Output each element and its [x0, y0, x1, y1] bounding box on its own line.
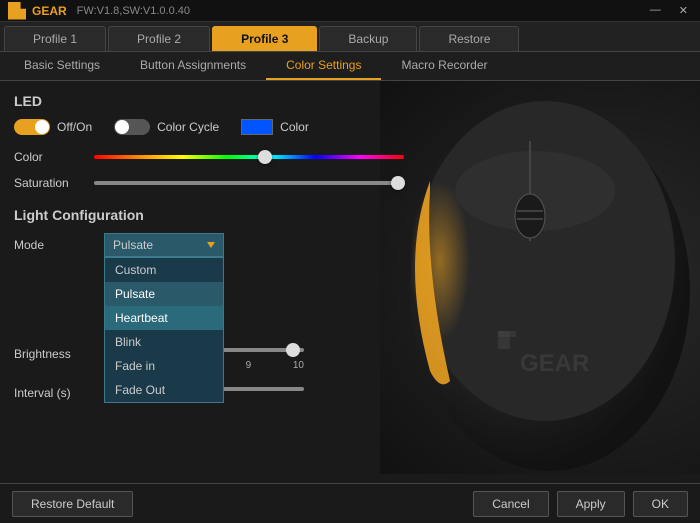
- tab-backup[interactable]: Backup: [319, 26, 417, 51]
- dropdown-item-heartbeat[interactable]: Heartbeat: [105, 306, 223, 330]
- toggle-switch-offon[interactable]: [14, 119, 50, 135]
- saturation-track: [94, 181, 404, 185]
- mode-row: Mode Pulsate Custom Pulsate Heartbeat Bl…: [14, 233, 416, 257]
- color-slider-label: Color: [14, 150, 84, 164]
- tick-9: 9: [246, 360, 252, 371]
- title-bar-controls: — ✕: [646, 3, 692, 18]
- restore-default-button[interactable]: Restore Default: [12, 491, 133, 517]
- saturation-thumb[interactable]: [391, 176, 405, 190]
- sub-tabs: Basic Settings Button Assignments Color …: [0, 52, 700, 81]
- dropdown-item-pulsate[interactable]: Pulsate: [105, 282, 223, 306]
- light-config-section: Light Configuration Mode Pulsate Custom …: [14, 207, 416, 400]
- brand-label: GEAR: [32, 4, 67, 18]
- color-slider-container[interactable]: [94, 149, 404, 165]
- mode-dropdown[interactable]: Pulsate Custom Pulsate Heartbeat Blink F…: [104, 233, 224, 257]
- bottom-right-buttons: Cancel Apply OK: [473, 491, 688, 517]
- toggle-colorcycle-label: Color Cycle: [157, 120, 219, 134]
- led-options: Off/On Color Cycle Color: [14, 119, 416, 135]
- color-slider-row: Color: [14, 149, 416, 165]
- color-option-label: Color: [280, 120, 309, 134]
- close-button[interactable]: ✕: [675, 3, 692, 18]
- brightness-thumb[interactable]: [286, 343, 300, 357]
- svg-text:GEAR: GEAR: [520, 350, 589, 377]
- toggle-colorcycle[interactable]: Color Cycle: [114, 119, 219, 135]
- tab-profile-1[interactable]: Profile 1: [4, 26, 106, 51]
- mode-dropdown-btn[interactable]: Pulsate: [104, 233, 224, 257]
- toggle-offon[interactable]: Off/On: [14, 119, 92, 135]
- dropdown-item-fadeout[interactable]: Fade Out: [105, 378, 223, 402]
- apply-button[interactable]: Apply: [557, 491, 625, 517]
- tab-restore[interactable]: Restore: [419, 26, 519, 51]
- color-track: [94, 155, 404, 159]
- subtab-basic-settings[interactable]: Basic Settings: [4, 52, 120, 80]
- saturation-slider-row: Saturation: [14, 175, 416, 191]
- fnatic-icon: [8, 2, 26, 20]
- tab-profile-3[interactable]: Profile 3: [212, 26, 317, 51]
- tick-10: 10: [293, 360, 304, 371]
- saturation-slider-label: Saturation: [14, 176, 84, 190]
- main-content: GEAR LED Off/On Color Cycle Color: [0, 81, 700, 474]
- profile-tabs: Profile 1 Profile 2 Profile 3 Backup Res…: [0, 22, 700, 52]
- version-label: FW:V1.8,SW:V1.0.0.40: [77, 5, 190, 17]
- led-section-title: LED: [14, 93, 416, 109]
- brightness-label: Brightness: [14, 342, 94, 361]
- tab-profile-2[interactable]: Profile 2: [108, 26, 210, 51]
- toggle-offon-label: Off/On: [57, 120, 92, 134]
- mode-dropdown-menu[interactable]: Custom Pulsate Heartbeat Blink Fade in F…: [104, 257, 224, 403]
- color-thumb[interactable]: [258, 150, 272, 164]
- ok-button[interactable]: OK: [633, 491, 688, 517]
- settings-panel: LED Off/On Color Cycle Color Color: [0, 81, 430, 474]
- mode-label: Mode: [14, 233, 94, 252]
- dropdown-item-fadein[interactable]: Fade in: [105, 354, 223, 378]
- subtab-color-settings[interactable]: Color Settings: [266, 52, 381, 80]
- color-option[interactable]: Color: [241, 119, 309, 135]
- mode-selected-value: Pulsate: [113, 238, 153, 252]
- cancel-button[interactable]: Cancel: [473, 491, 548, 517]
- dropdown-item-custom[interactable]: Custom: [105, 258, 223, 282]
- saturation-slider-container[interactable]: [94, 175, 404, 191]
- subtab-button-assignments[interactable]: Button Assignments: [120, 52, 266, 80]
- dropdown-arrow-icon: [207, 242, 215, 248]
- title-bar: GEAR FW:V1.8,SW:V1.0.0.40 — ✕: [0, 0, 700, 22]
- dropdown-item-blink[interactable]: Blink: [105, 330, 223, 354]
- bottom-bar: Restore Default Cancel Apply OK: [0, 483, 700, 523]
- color-swatch[interactable]: [241, 119, 273, 135]
- subtab-macro-recorder[interactable]: Macro Recorder: [381, 52, 507, 80]
- toggle-switch-colorcycle[interactable]: [114, 119, 150, 135]
- title-bar-left: GEAR FW:V1.8,SW:V1.0.0.40: [8, 2, 190, 20]
- light-config-title: Light Configuration: [14, 207, 416, 223]
- minimize-button[interactable]: —: [646, 3, 665, 18]
- interval-label: Interval (s): [14, 381, 94, 400]
